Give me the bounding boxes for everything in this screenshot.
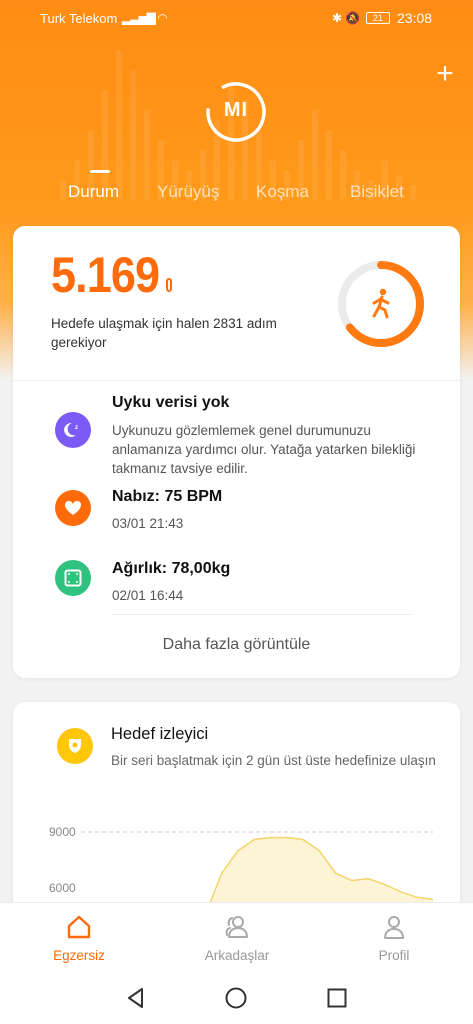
heart-rate-title[interactable]: Nabız: 75 BPM bbox=[112, 488, 222, 506]
walking-person-icon bbox=[372, 288, 390, 319]
home-icon bbox=[67, 915, 91, 939]
status-bar: Turk Telekom ▂▃▅▇ ◠ ✱ 🔕 21 23:08 bbox=[0, 0, 473, 36]
logo-text: MI bbox=[223, 99, 249, 121]
nav-egzersiz[interactable]: Egzersiz bbox=[19, 903, 139, 973]
nav-label: Arkadaşlar bbox=[204, 948, 270, 963]
person-icon bbox=[384, 916, 404, 939]
signal-wifi-icon: ▂▃▅▇ ◠ bbox=[122, 11, 168, 25]
tab-durum[interactable]: Durum bbox=[68, 182, 119, 202]
activity-tabs: Durum Yürüyüş Koşma Bisiklet bbox=[0, 170, 473, 210]
goal-tracker-card[interactable]: Hedef izleyici Bir seri başlatmak için 2… bbox=[13, 702, 460, 932]
tab-yuruyus[interactable]: Yürüyüş bbox=[157, 182, 219, 202]
tab-kosma[interactable]: Koşma bbox=[256, 182, 309, 202]
weight-title[interactable]: Ağırlık: 78,00kg bbox=[112, 560, 230, 578]
bottom-navigation: Egzersiz Arkadaşlar Profil bbox=[0, 902, 473, 972]
nav-arkadaslar[interactable]: Arkadaşlar bbox=[177, 903, 297, 973]
bluetooth-mute-icon: ✱ 🔕 bbox=[332, 11, 361, 25]
sleep-title[interactable]: Uyku verisi yok bbox=[112, 394, 229, 412]
sleep-subtitle: Uykunuzu gözlemlemek genel durumunuzu an… bbox=[112, 423, 416, 476]
nav-label: Profil bbox=[378, 948, 410, 963]
add-button[interactable]: + bbox=[430, 59, 460, 90]
home-circle-icon[interactable] bbox=[224, 986, 248, 1010]
step-count[interactable]: 5.169 bbox=[51, 246, 160, 304]
friends-icon bbox=[225, 916, 248, 938]
view-more-button[interactable]: Daha fazla görüntüle bbox=[13, 636, 460, 654]
svg-text:z: z bbox=[75, 425, 78, 431]
tracker-title: Hedef izleyici bbox=[111, 725, 209, 743]
nav-profil[interactable]: Profil bbox=[334, 903, 454, 973]
trophy-badge-icon bbox=[57, 728, 93, 764]
y-tick-label: 9000 bbox=[49, 825, 76, 839]
recents-icon[interactable] bbox=[325, 986, 349, 1010]
sleep-moon-icon: z bbox=[55, 412, 91, 448]
heart-rate-time: 03/01 21:43 bbox=[112, 516, 184, 531]
mi-logo: MI bbox=[204, 80, 268, 144]
weight-time: 02/01 16:44 bbox=[112, 588, 184, 603]
y-tick-label: 6000 bbox=[49, 881, 76, 895]
active-tab-indicator bbox=[90, 170, 110, 173]
section-divider bbox=[13, 380, 460, 381]
heart-icon bbox=[55, 490, 91, 526]
back-icon[interactable] bbox=[124, 986, 148, 1010]
carrier-name: Turk Telekom bbox=[40, 11, 118, 26]
goal-text: Hedefe ulaşmak için halen 2831 adım gere… bbox=[51, 316, 277, 350]
status-card: 5.169 Hedefe ulaşmak için halen 2831 adı… bbox=[13, 226, 460, 678]
tracker-subtitle: Bir seri başlatmak için 2 gün üst üste h… bbox=[111, 753, 436, 768]
tab-bisiklet[interactable]: Bisiklet bbox=[350, 182, 404, 202]
battery-icon: 21 bbox=[366, 12, 390, 24]
step-progress-ring[interactable] bbox=[335, 258, 427, 350]
system-navigation-bar bbox=[0, 972, 473, 1024]
nav-label: Egzersiz bbox=[53, 948, 105, 963]
scale-icon bbox=[55, 560, 91, 596]
clock: 23:08 bbox=[397, 10, 433, 26]
section-divider bbox=[112, 614, 412, 615]
footprint-icon bbox=[166, 278, 172, 292]
